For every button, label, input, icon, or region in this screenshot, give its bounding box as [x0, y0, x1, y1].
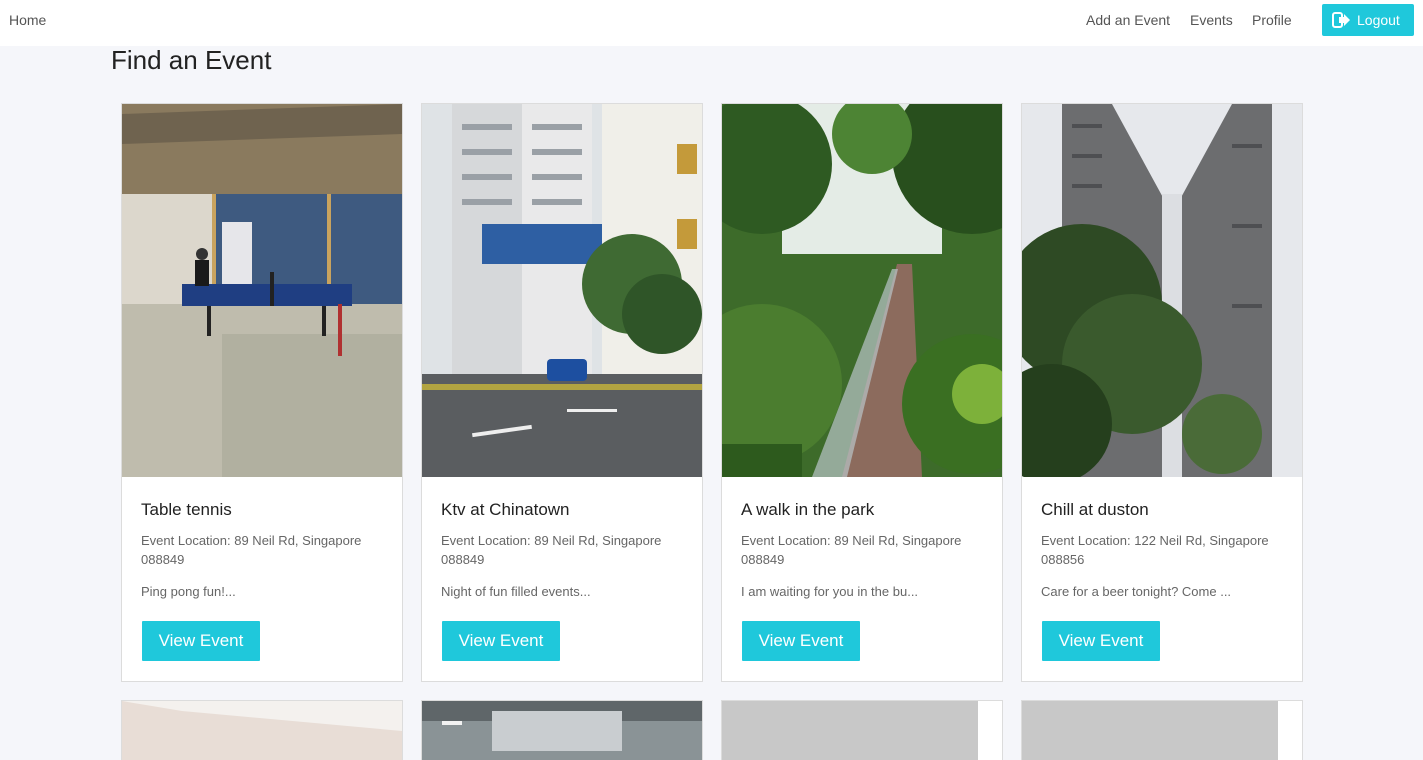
nav-profile-link[interactable]: Profile	[1252, 12, 1292, 28]
event-title: A walk in the park	[741, 500, 875, 519]
event-location: Event Location: 89 Neil Rd, Singapore 08…	[141, 533, 362, 567]
page-title: Find an Event	[111, 45, 272, 75]
event-image[interactable]	[1022, 701, 1302, 760]
event-title: Ktv at Chinatown	[441, 500, 570, 519]
nav-home-link[interactable]: Home	[9, 12, 46, 28]
event-description: Ping pong fun!...	[141, 584, 236, 599]
event-title: Table tennis	[141, 500, 232, 519]
event-card: Ktv at Chinatown Event Location: 89 Neil…	[421, 103, 703, 682]
view-event-button[interactable]: View Event	[1042, 621, 1160, 661]
event-card: A walk in the park Event Location: 89 Ne…	[721, 103, 1003, 682]
view-event-button[interactable]: View Event	[142, 621, 260, 661]
top-navbar: Home Add an Event Events Profile Logout	[0, 0, 1423, 46]
event-image[interactable]	[722, 701, 1002, 760]
nav-add-event-link[interactable]: Add an Event	[1086, 12, 1170, 28]
event-description: I am waiting for you in the bu...	[741, 584, 919, 599]
event-description: Care for a beer tonight? Come ...	[1041, 584, 1232, 599]
event-card: Table tennis Event Location: 89 Neil Rd,…	[121, 103, 403, 682]
view-event-button[interactable]: View Event	[442, 621, 560, 661]
logout-button[interactable]: Logout	[1322, 4, 1414, 36]
event-card: Chill at duston Event Location: 122 Neil…	[1021, 103, 1303, 682]
event-card	[421, 700, 703, 760]
event-card	[121, 700, 403, 760]
event-description: Night of fun filled events...	[441, 584, 591, 599]
nav-events-link[interactable]: Events	[1190, 12, 1233, 28]
logout-label: Logout	[1357, 12, 1400, 28]
event-image[interactable]	[422, 701, 702, 760]
event-card	[1021, 700, 1303, 760]
view-event-button[interactable]: View Event	[742, 621, 860, 661]
event-location: Event Location: 122 Neil Rd, Singapore 0…	[1041, 533, 1269, 567]
event-card	[721, 700, 1003, 760]
event-image[interactable]	[1022, 104, 1302, 477]
sign-out-icon	[1332, 12, 1351, 28]
event-image[interactable]	[722, 104, 1002, 477]
event-location: Event Location: 89 Neil Rd, Singapore 08…	[441, 533, 662, 567]
event-image[interactable]	[122, 104, 402, 477]
event-title: Chill at duston	[1041, 500, 1149, 519]
event-image[interactable]	[422, 104, 702, 477]
event-image[interactable]	[122, 701, 402, 760]
event-location: Event Location: 89 Neil Rd, Singapore 08…	[741, 533, 962, 567]
